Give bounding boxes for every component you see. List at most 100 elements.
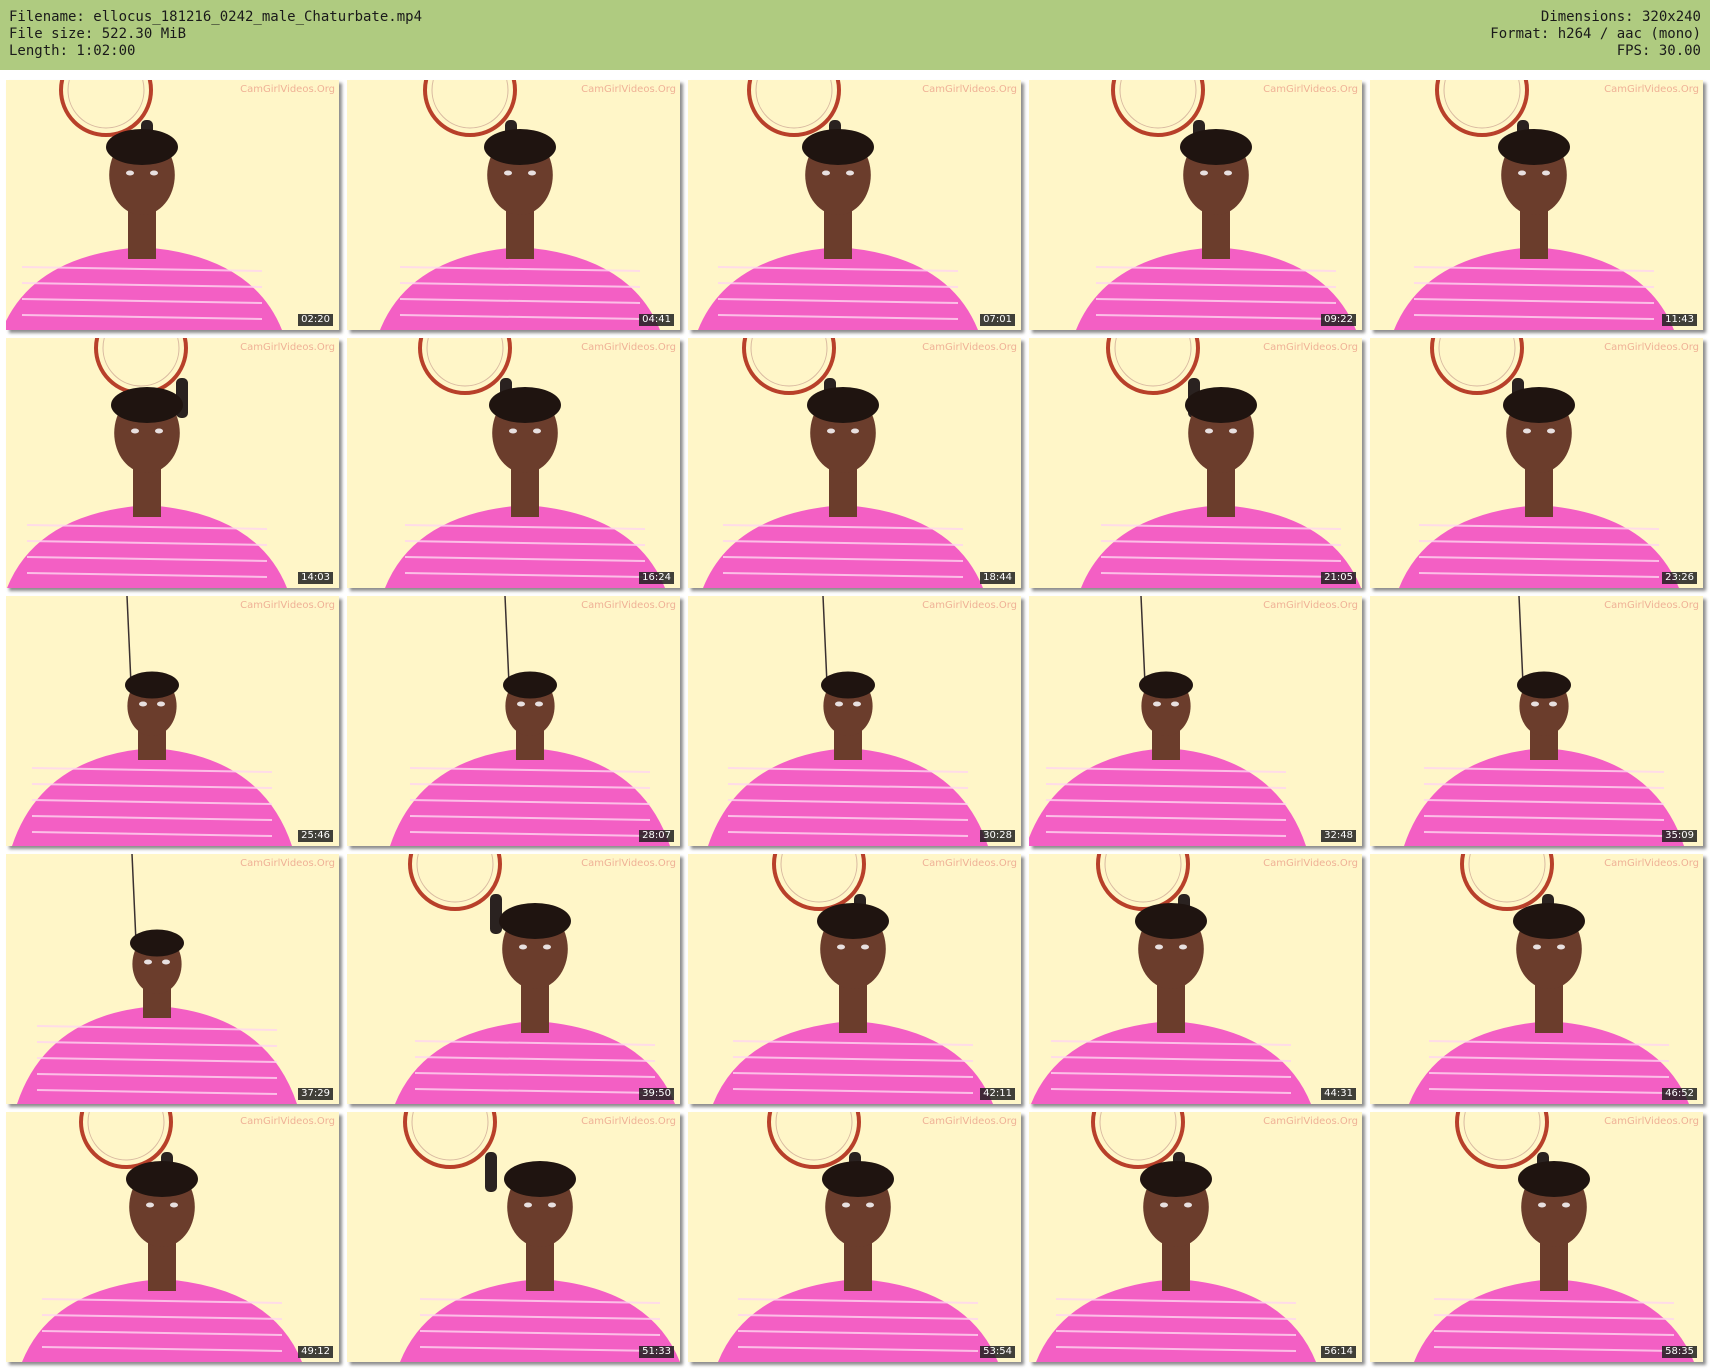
- timestamp-label: 51:33: [639, 1346, 674, 1358]
- timestamp-label: 21:05: [1321, 572, 1356, 584]
- video-thumbnail[interactable]: CamGirlVideos.Org 25:46: [6, 596, 339, 846]
- timestamp-label: 32:48: [1321, 830, 1356, 842]
- watermark-text: CamGirlVideos.Org: [581, 600, 676, 611]
- thumbnail-frame: [688, 596, 1021, 846]
- watermark-text: CamGirlVideos.Org: [922, 600, 1017, 611]
- thumbnail-frame: [1029, 596, 1362, 846]
- watermark-text: CamGirlVideos.Org: [1263, 1116, 1358, 1127]
- thumbnail-frame: [688, 338, 1021, 588]
- video-thumbnail[interactable]: CamGirlVideos.Org 58:35: [1370, 1112, 1703, 1362]
- thumbnail-frame: [347, 1112, 680, 1362]
- watermark-text: CamGirlVideos.Org: [1263, 858, 1358, 869]
- watermark-text: CamGirlVideos.Org: [240, 600, 335, 611]
- watermark-text: CamGirlVideos.Org: [581, 1116, 676, 1127]
- video-thumbnail[interactable]: CamGirlVideos.Org 37:29: [6, 854, 339, 1104]
- thumbnail-frame: [1370, 596, 1703, 846]
- video-thumbnail[interactable]: CamGirlVideos.Org 42:11: [688, 854, 1021, 1104]
- watermark-text: CamGirlVideos.Org: [922, 84, 1017, 95]
- timestamp-label: 16:24: [639, 572, 674, 584]
- thumbnail-frame: [347, 854, 680, 1104]
- video-thumbnail[interactable]: CamGirlVideos.Org 32:48: [1029, 596, 1362, 846]
- thumbnail-frame: [1029, 1112, 1362, 1362]
- video-thumbnail[interactable]: CamGirlVideos.Org 11:43: [1370, 80, 1703, 330]
- timestamp-label: 25:46: [298, 830, 333, 842]
- video-thumbnail[interactable]: CamGirlVideos.Org 21:05: [1029, 338, 1362, 588]
- thumbnail-frame: [1029, 338, 1362, 588]
- video-thumbnail[interactable]: CamGirlVideos.Org 51:33: [347, 1112, 680, 1362]
- thumbnail-frame: [1370, 1112, 1703, 1362]
- watermark-text: CamGirlVideos.Org: [1604, 342, 1699, 353]
- watermark-text: CamGirlVideos.Org: [922, 342, 1017, 353]
- timestamp-label: 37:29: [298, 1088, 333, 1100]
- video-thumbnail[interactable]: CamGirlVideos.Org 49:12: [6, 1112, 339, 1362]
- thumbnail-frame: [688, 854, 1021, 1104]
- timestamp-label: 46:52: [1662, 1088, 1697, 1100]
- timestamp-label: 02:20: [298, 314, 333, 326]
- thumbnail-frame: [6, 854, 339, 1104]
- thumbnail-frame: [688, 80, 1021, 330]
- timestamp-label: 28:07: [639, 830, 674, 842]
- watermark-text: CamGirlVideos.Org: [240, 84, 335, 95]
- video-thumbnail[interactable]: CamGirlVideos.Org 09:22: [1029, 80, 1362, 330]
- watermark-text: CamGirlVideos.Org: [1263, 84, 1358, 95]
- thumbnail-frame: [347, 596, 680, 846]
- timestamp-label: 58:35: [1662, 1346, 1697, 1358]
- video-thumbnail[interactable]: CamGirlVideos.Org 18:44: [688, 338, 1021, 588]
- watermark-text: CamGirlVideos.Org: [1604, 600, 1699, 611]
- thumbnail-grid: CamGirlVideos.Org 02:20 CamGirlVideos.Org 0…: [0, 0, 1710, 1370]
- watermark-text: CamGirlVideos.Org: [581, 342, 676, 353]
- video-thumbnail[interactable]: CamGirlVideos.Org 28:07: [347, 596, 680, 846]
- video-thumbnail[interactable]: CamGirlVideos.Org 30:28: [688, 596, 1021, 846]
- video-thumbnail[interactable]: CamGirlVideos.Org 35:09: [1370, 596, 1703, 846]
- watermark-text: CamGirlVideos.Org: [1604, 1116, 1699, 1127]
- thumbnail-frame: [347, 80, 680, 330]
- video-thumbnail[interactable]: CamGirlVideos.Org 23:26: [1370, 338, 1703, 588]
- watermark-text: CamGirlVideos.Org: [1604, 84, 1699, 95]
- timestamp-label: 53:54: [980, 1346, 1015, 1358]
- video-thumbnail[interactable]: CamGirlVideos.Org 02:20: [6, 80, 339, 330]
- thumbnail-frame: [6, 338, 339, 588]
- video-thumbnail[interactable]: CamGirlVideos.Org 39:50: [347, 854, 680, 1104]
- timestamp-label: 14:03: [298, 572, 333, 584]
- timestamp-label: 04:41: [639, 314, 674, 326]
- watermark-text: CamGirlVideos.Org: [922, 1116, 1017, 1127]
- video-thumbnail[interactable]: CamGirlVideos.Org 04:41: [347, 80, 680, 330]
- video-thumbnail[interactable]: CamGirlVideos.Org 56:14: [1029, 1112, 1362, 1362]
- timestamp-label: 07:01: [980, 314, 1015, 326]
- video-thumbnail[interactable]: CamGirlVideos.Org 44:31: [1029, 854, 1362, 1104]
- timestamp-label: 09:22: [1321, 314, 1356, 326]
- video-thumbnail[interactable]: CamGirlVideos.Org 53:54: [688, 1112, 1021, 1362]
- watermark-text: CamGirlVideos.Org: [1263, 600, 1358, 611]
- thumbnail-frame: [1370, 338, 1703, 588]
- video-thumbnail[interactable]: CamGirlVideos.Org 46:52: [1370, 854, 1703, 1104]
- watermark-text: CamGirlVideos.Org: [1604, 858, 1699, 869]
- watermark-text: CamGirlVideos.Org: [240, 1116, 335, 1127]
- thumbnail-frame: [1370, 854, 1703, 1104]
- watermark-text: CamGirlVideos.Org: [922, 858, 1017, 869]
- timestamp-label: 49:12: [298, 1346, 333, 1358]
- video-thumbnail[interactable]: CamGirlVideos.Org 14:03: [6, 338, 339, 588]
- thumbnail-frame: [688, 1112, 1021, 1362]
- thumbnail-frame: [6, 1112, 339, 1362]
- timestamp-label: 23:26: [1662, 572, 1697, 584]
- timestamp-label: 18:44: [980, 572, 1015, 584]
- watermark-text: CamGirlVideos.Org: [581, 84, 676, 95]
- video-thumbnail[interactable]: CamGirlVideos.Org 16:24: [347, 338, 680, 588]
- thumbnail-frame: [1029, 80, 1362, 330]
- video-thumbnail[interactable]: CamGirlVideos.Org 07:01: [688, 80, 1021, 330]
- thumbnail-frame: [1029, 854, 1362, 1104]
- timestamp-label: 42:11: [980, 1088, 1015, 1100]
- watermark-text: CamGirlVideos.Org: [581, 858, 676, 869]
- watermark-text: CamGirlVideos.Org: [240, 342, 335, 353]
- watermark-text: CamGirlVideos.Org: [240, 858, 335, 869]
- thumbnail-frame: [347, 338, 680, 588]
- thumbnail-frame: [6, 80, 339, 330]
- timestamp-label: 44:31: [1321, 1088, 1356, 1100]
- thumbnail-frame: [6, 596, 339, 846]
- timestamp-label: 56:14: [1321, 1346, 1356, 1358]
- timestamp-label: 30:28: [980, 830, 1015, 842]
- timestamp-label: 39:50: [639, 1088, 674, 1100]
- timestamp-label: 11:43: [1662, 314, 1697, 326]
- thumbnail-frame: [1370, 80, 1703, 330]
- watermark-text: CamGirlVideos.Org: [1263, 342, 1358, 353]
